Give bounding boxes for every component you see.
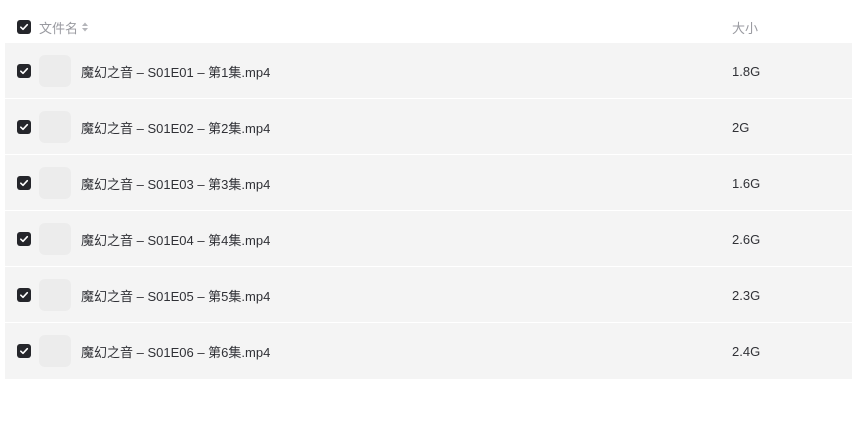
file-name: 魔幻之音 – S01E06 – 第6集.mp4 [81,344,271,360]
checkmark-icon [20,291,29,299]
file-row[interactable]: 魔幻之音 – S01E06 – 第6集.mp4 2.4G [5,323,852,379]
file-checkbox[interactable] [17,288,31,302]
file-row[interactable]: 魔幻之音 – S01E02 – 第2集.mp4 2G [5,99,852,155]
file-checkbox[interactable] [17,232,31,246]
checkmark-icon [20,23,29,31]
video-thumbnail [39,167,71,199]
column-header-name[interactable]: 文件名 [39,18,89,36]
checkmark-icon [20,179,29,187]
file-checkbox[interactable] [17,176,31,190]
checkmark-icon [20,235,29,243]
table-header: 文件名 大小 [0,11,852,43]
file-size: 2.6G [732,231,761,247]
file-name: 魔幻之音 – S01E01 – 第1集.mp4 [81,64,271,80]
video-thumbnail [39,279,71,311]
select-all-checkbox[interactable] [17,20,31,34]
file-checkbox[interactable] [17,64,31,78]
video-thumbnail [39,223,71,255]
file-size: 1.6G [732,175,761,191]
video-thumbnail [39,55,71,87]
file-checkbox[interactable] [17,344,31,358]
file-row[interactable]: 魔幻之音 – S01E05 – 第5集.mp4 2.3G [5,267,852,323]
video-thumbnail [39,111,71,143]
file-row[interactable]: 魔幻之音 – S01E03 – 第3集.mp4 1.6G [5,155,852,211]
checkmark-icon [20,123,29,131]
file-size: 2G [732,119,750,135]
sort-icon[interactable] [81,21,89,33]
column-header-name-label: 文件名 [39,20,79,36]
column-header-size: 大小 [732,18,758,36]
file-name: 魔幻之音 – S01E04 – 第4集.mp4 [81,232,271,248]
file-size: 2.4G [732,343,761,359]
column-header-size-label: 大小 [732,20,759,36]
file-name: 魔幻之音 – S01E03 – 第3集.mp4 [81,176,271,192]
video-thumbnail [39,335,71,367]
file-size: 1.8G [732,63,761,79]
file-row[interactable]: 魔幻之音 – S01E04 – 第4集.mp4 2.6G [5,211,852,267]
file-list: 魔幻之音 – S01E01 – 第1集.mp4 1.8G 魔幻之音 – S01E… [5,43,852,379]
checkmark-icon [20,347,29,355]
file-name: 魔幻之音 – S01E02 – 第2集.mp4 [81,120,271,136]
file-size: 2.3G [732,287,761,303]
checkmark-icon [20,67,29,75]
file-checkbox[interactable] [17,120,31,134]
file-name: 魔幻之音 – S01E05 – 第5集.mp4 [81,288,271,304]
file-row[interactable]: 魔幻之音 – S01E01 – 第1集.mp4 1.8G [5,43,852,99]
